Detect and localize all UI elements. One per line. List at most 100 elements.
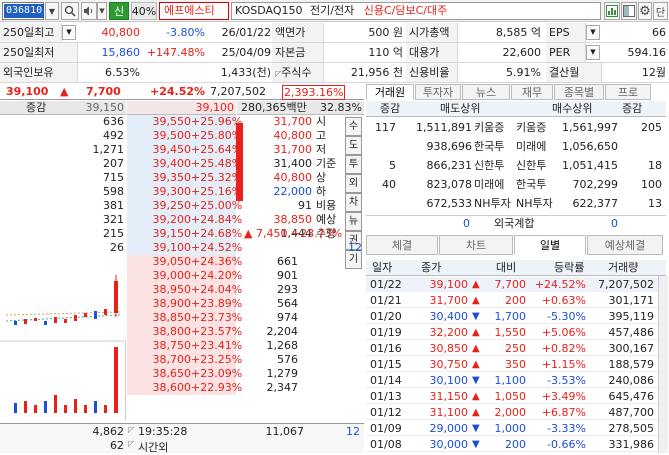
ask-price[interactable]: 39,400 xyxy=(127,157,191,171)
shares-value: 21,956 천 xyxy=(350,66,403,79)
ask-price[interactable]: 39,550 xyxy=(127,115,191,129)
daily-row[interactable]: 01/08 30,000 ▼ 200 -0.66% 331,986 xyxy=(366,437,658,452)
side-tab[interactable]: 도 xyxy=(345,136,362,155)
subtab-1[interactable]: 차트 xyxy=(439,235,513,255)
side-info-label: 하 xyxy=(316,185,327,198)
per-dropdown[interactable]: ▼ xyxy=(586,45,600,60)
ob-header-price1: 39,150 xyxy=(85,101,125,114)
sound-button[interactable] xyxy=(81,2,97,20)
up-arrow-icon: ▲ xyxy=(60,85,69,98)
bid-price[interactable]: 39,050 xyxy=(127,255,191,269)
daily-row[interactable]: 01/16 30,850 ▲ 250 +0.82% 300,167 xyxy=(366,341,658,356)
price-change: 7,700 xyxy=(86,85,121,98)
broker-row[interactable]: 5 866,231 신한투 신한투 1,051,415 18 xyxy=(366,158,666,173)
daily-row[interactable]: 01/15 30,750 ▲ 350 +1.15% 188,579 xyxy=(366,357,658,372)
subtab-2[interactable]: 일별 xyxy=(514,235,586,255)
bid-price[interactable]: 38,650 xyxy=(127,367,191,381)
search-button[interactable] xyxy=(61,2,79,20)
ask-price[interactable]: 39,250 xyxy=(127,199,191,213)
broker-row[interactable]: 40 823,078 미래에 한국투 702,299 100 xyxy=(366,177,666,192)
daily-row[interactable]: 01/09 29,000 ▼ 1,000 -3.33% 278,505 xyxy=(366,421,658,436)
up-arrow-icon: ▲ xyxy=(472,391,480,402)
period-dropdown[interactable]: ▼ xyxy=(62,25,76,40)
sound-dropdown-button[interactable]: ▼ xyxy=(97,2,107,20)
daily-row[interactable]: 01/13 31,150 ▲ 1,050 +3.49% 645,476 xyxy=(366,389,658,404)
ask-price[interactable]: 39,350 xyxy=(127,171,191,185)
chart-button[interactable] xyxy=(604,2,620,20)
tab-3[interactable]: 재무 xyxy=(511,84,553,100)
side-tab[interactable]: 뉴 xyxy=(345,212,362,231)
side-tab[interactable]: 수 xyxy=(345,117,362,136)
ask-price[interactable]: 39,300 xyxy=(127,185,191,199)
bid-rate: +24.36% xyxy=(191,255,243,269)
stock-code-value: 036810 xyxy=(4,4,45,18)
eps-dropdown[interactable]: ▼ xyxy=(586,25,600,40)
broker-change-buy: 100 xyxy=(641,178,662,191)
current-price: 39,100 xyxy=(6,85,49,98)
bid-price[interactable]: 38,900 xyxy=(127,297,191,311)
tab-2[interactable]: 뉴스 xyxy=(462,84,510,100)
bid-price[interactable]: 38,800 xyxy=(127,325,191,339)
tab-1[interactable]: 투자자 xyxy=(415,84,461,100)
ask-qty: 321 xyxy=(103,213,124,226)
settings-button[interactable]: ⚙ xyxy=(638,2,652,20)
daily-row[interactable]: 01/22 39,100 ▲ 7,700 +24.52% 7,207,502 xyxy=(366,277,658,292)
side-tab[interactable]: 외 xyxy=(345,174,362,193)
broker-row[interactable]: 672,533 NH투자 NH투자 622,377 13 xyxy=(366,196,666,211)
ask-row[interactable]: 26 39,100 +24.52% xyxy=(0,241,362,255)
daily-row[interactable]: 01/14 30,100 ▼ 1,100 -3.53% 240,086 xyxy=(366,373,658,388)
daily-date: 01/20 xyxy=(370,310,402,323)
daily-volume: 301,171 xyxy=(608,294,655,307)
broker-sell-name: 키움증 xyxy=(474,121,505,134)
daily-date: 01/16 xyxy=(370,342,402,355)
up-arrow-icon: ▲ xyxy=(472,327,480,338)
broker-row[interactable]: 117 1,511,891 키움증 키움증 1,561,997 205 xyxy=(366,120,666,135)
broker-sell-name: NH투자 xyxy=(474,197,511,210)
bid-price[interactable]: 39,000 xyxy=(127,269,191,283)
code-dropdown-button[interactable]: ▼ xyxy=(45,2,59,20)
bid-volume-column xyxy=(236,255,246,395)
layout-button[interactable] xyxy=(621,2,637,20)
credit-badge[interactable]: 신 xyxy=(109,2,129,20)
bid-rate: +22.93% xyxy=(191,381,243,395)
bid-price[interactable]: 38,700 xyxy=(127,353,191,367)
daily-scrollbar[interactable] xyxy=(658,276,668,453)
bid-price[interactable]: 38,850 xyxy=(127,311,191,325)
broker-row[interactable]: 938,696 한국투 미래에 1,056,650 xyxy=(366,139,666,154)
daily-close: 32,200 xyxy=(429,326,469,339)
volume-bars xyxy=(14,347,118,413)
subtab-0[interactable]: 체결 xyxy=(366,235,438,255)
daily-rate: +0.82% xyxy=(541,342,586,355)
daily-volume: 457,486 xyxy=(608,326,655,339)
single-mode-button[interactable]: 단 xyxy=(653,2,668,20)
tab-0[interactable]: 거래원 xyxy=(366,84,414,100)
bid-price[interactable]: 38,600 xyxy=(127,381,191,395)
ask-qty: 26 xyxy=(110,241,124,254)
bid-price[interactable]: 38,750 xyxy=(127,339,191,353)
substitute-price-label: 대용가 xyxy=(406,43,458,62)
daily-row[interactable]: 01/21 31,700 ▲ 200 +0.63% 301,171 xyxy=(366,293,658,308)
ask-qty: 636 xyxy=(103,115,124,128)
bid-price[interactable]: 38,950 xyxy=(127,283,191,297)
stock-code-input[interactable]: 036810 xyxy=(2,2,45,20)
side-info-row: 31,700 시 xyxy=(246,115,344,129)
ask-price[interactable]: 39,150 xyxy=(127,227,191,241)
mini-chart[interactable] xyxy=(0,255,126,421)
daily-row[interactable]: 01/12 31,100 ▲ 2,000 +6.87% 487,700 xyxy=(366,405,658,420)
daily-change: 350 xyxy=(505,358,526,371)
broker-change-buy: 205 xyxy=(641,121,662,134)
ask-price[interactable]: 39,450 xyxy=(127,143,191,157)
tab-5[interactable]: 프로 xyxy=(605,84,651,100)
subtab-3[interactable]: 예상체결 xyxy=(587,235,663,255)
side-tab[interactable]: 투 xyxy=(345,155,362,174)
broker-buy-name: NH투자 xyxy=(516,197,553,210)
daily-row[interactable]: 01/20 30,400 ▼ 1,700 -5.30% 395,119 xyxy=(366,309,658,324)
daily-row[interactable]: 01/19 32,200 ▲ 1,550 +5.06% 457,486 xyxy=(366,325,658,340)
ask-price[interactable]: 39,200 xyxy=(127,213,191,227)
tab-4[interactable]: 종목별 xyxy=(554,84,604,100)
ask-price[interactable]: 39,100 xyxy=(127,241,191,255)
eps-value: 66 xyxy=(652,26,666,39)
ask-price[interactable]: 39,500 xyxy=(127,129,191,143)
eps-label: EPS xyxy=(546,23,586,42)
side-tab[interactable]: 차 xyxy=(345,193,362,212)
